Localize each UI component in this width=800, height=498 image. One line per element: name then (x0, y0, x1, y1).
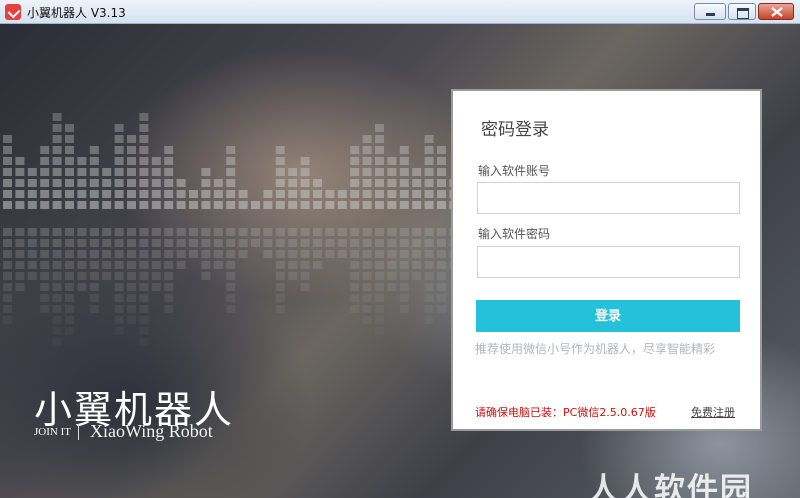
close-icon (771, 7, 783, 17)
close-button[interactable] (758, 3, 794, 20)
app-logo-icon (5, 4, 21, 20)
account-input[interactable] (477, 182, 740, 214)
brand-divider (78, 424, 79, 440)
login-button[interactable]: 登录 (476, 300, 740, 332)
wechat-version-notice: 请确保电脑已装：PC微信2.5.0.67版 (475, 406, 656, 419)
account-label: 输入软件账号 (478, 164, 551, 178)
login-panel: 密码登录 输入软件账号 输入软件密码 登录 推荐使用微信小号作为机器人，尽享智能… (451, 89, 762, 431)
login-title: 密码登录 (481, 120, 549, 140)
brand-tag: JOIN IT (34, 426, 71, 438)
title-bar: 小翼机器人 V3.13 (0, 0, 800, 24)
brand-english-name: XiaoWing Robot (90, 421, 213, 441)
minimize-button[interactable] (694, 3, 726, 20)
register-link[interactable]: 免费注册 (691, 404, 735, 420)
login-hint: 推荐使用微信小号作为机器人，尽享智能精彩 (475, 342, 716, 356)
maximize-button[interactable] (728, 3, 756, 20)
password-input[interactable] (477, 246, 740, 278)
background-banner: 小翼机器人 JOIN IT XiaoWing Robot 密码登录 输入软件账号… (0, 24, 800, 498)
watermark: 人人软件园 (588, 472, 753, 498)
password-label: 输入软件密码 (478, 227, 551, 241)
window-title: 小翼机器人 V3.13 (27, 6, 126, 20)
